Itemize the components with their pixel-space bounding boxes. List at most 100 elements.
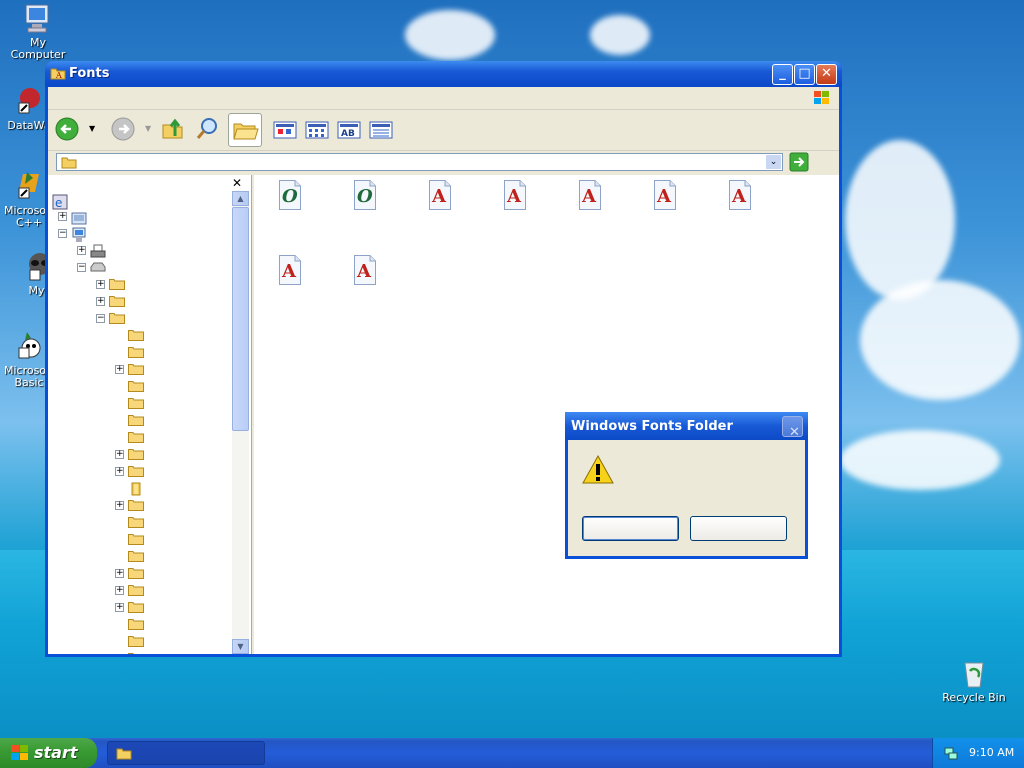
close-pane-button[interactable]: ✕ (232, 177, 244, 189)
svg-text:A: A (356, 261, 372, 282)
close-button[interactable]: ✕ (816, 64, 837, 85)
tree-node[interactable] (48, 328, 232, 345)
expand-icon[interactable]: + (115, 569, 124, 578)
close-icon: ✕ (821, 66, 832, 81)
chevron-down-icon: ▼ (145, 124, 152, 133)
network-icon[interactable] (943, 745, 959, 764)
font-file-item[interactable]: A (728, 179, 752, 211)
expand-icon[interactable]: + (115, 467, 124, 476)
list-view-icon (305, 121, 329, 139)
tree-node[interactable]: + (48, 583, 232, 600)
expand-icon[interactable]: + (96, 280, 105, 289)
tree-node[interactable] (48, 413, 232, 430)
view-large-icons-button[interactable] (272, 116, 300, 144)
system-tray: 9:10 AM (932, 738, 1024, 768)
desktop-icon-recycle-bin[interactable]: Recycle Bin (939, 657, 1009, 704)
tree-node[interactable] (48, 481, 232, 498)
svg-text:A: A (281, 261, 297, 282)
collapse-icon[interactable]: − (96, 314, 105, 323)
view-list-button[interactable] (304, 116, 332, 144)
expand-icon[interactable]: + (115, 450, 124, 459)
tree-node[interactable] (48, 345, 232, 362)
font-file-item[interactable]: A (503, 179, 527, 211)
back-button[interactable] (54, 116, 82, 144)
dialog-titlebar[interactable]: Windows Fonts Folder ✕ (565, 412, 808, 440)
expand-icon[interactable]: + (58, 212, 67, 221)
tree-node[interactable]: + (48, 294, 232, 311)
tree-node[interactable] (48, 430, 232, 447)
expand-icon[interactable]: + (115, 586, 124, 595)
tree-node[interactable] (48, 634, 232, 651)
minimize-button[interactable]: _ (772, 64, 793, 85)
desktop-icon-my-computer[interactable]: My Computer (3, 2, 73, 61)
forward-button[interactable] (110, 116, 138, 144)
tree-node[interactable]: + (48, 498, 232, 515)
large-icons-icon (273, 121, 297, 139)
forward-dropdown-button[interactable]: ▼ (142, 116, 154, 144)
tree-node[interactable]: + (48, 447, 232, 464)
taskbar-item-fonts[interactable] (107, 741, 265, 765)
folder-icon (109, 278, 125, 290)
tree-node[interactable]: + (48, 362, 232, 379)
font-file-item[interactable]: A (428, 179, 452, 211)
tree-node[interactable] (48, 532, 232, 549)
tree-node[interactable] (48, 379, 232, 396)
tree-node[interactable] (48, 515, 232, 532)
view-similarity-button[interactable]: AB (336, 116, 364, 144)
documents-icon (71, 210, 87, 225)
tree-node[interactable]: + (48, 243, 232, 260)
svg-text:O: O (282, 186, 298, 207)
tree-node[interactable] (48, 549, 232, 566)
address-dropdown-button[interactable]: ⌄ (766, 155, 781, 169)
window-titlebar[interactable]: A Fonts _ □ ✕ (45, 61, 842, 87)
tree-node[interactable] (48, 617, 232, 634)
tree-node[interactable]: + (48, 600, 232, 617)
scroll-down-button[interactable]: ▼ (232, 639, 249, 654)
scroll-up-button[interactable]: ▲ (232, 191, 249, 206)
folder-icon (128, 397, 144, 409)
dialog-button-1[interactable] (582, 516, 679, 541)
expand-icon[interactable]: + (96, 297, 105, 306)
tree-node[interactable]: + (48, 209, 232, 226)
scroll-thumb[interactable] (232, 207, 249, 431)
tree-node[interactable]: + (48, 651, 232, 654)
font-file-item[interactable]: A (578, 179, 602, 211)
dialog-button-2[interactable] (690, 516, 787, 541)
address-input[interactable]: ⌄ (56, 153, 783, 171)
tree-node[interactable]: − (48, 311, 232, 328)
clock[interactable]: 9:10 AM (969, 746, 1014, 759)
expand-icon[interactable]: + (115, 365, 124, 374)
tree-scrollbar[interactable]: ▲ ▼ (232, 191, 249, 654)
expand-icon[interactable]: + (77, 246, 86, 255)
tree-node[interactable]: − (48, 260, 232, 277)
collapse-icon[interactable]: − (58, 229, 67, 238)
font-file-item[interactable]: A (278, 254, 302, 286)
tree-node[interactable]: e (48, 193, 232, 210)
tree-node[interactable]: − (48, 226, 232, 243)
folders-button[interactable] (228, 113, 262, 147)
search-button[interactable] (194, 116, 222, 144)
up-folder-button[interactable] (160, 116, 188, 144)
expand-icon[interactable]: + (115, 501, 124, 510)
windows-fonts-folder-dialog: Windows Fonts Folder ✕ (565, 412, 808, 559)
tree-node[interactable]: + (48, 464, 232, 481)
tree-node[interactable]: + (48, 566, 232, 583)
svg-text:A: A (431, 186, 447, 207)
collapse-icon[interactable]: − (77, 263, 86, 272)
back-dropdown-button[interactable]: ▼ (86, 116, 98, 144)
start-button[interactable]: start (0, 738, 97, 768)
expand-icon[interactable]: + (115, 603, 124, 612)
maximize-button[interactable]: □ (794, 64, 815, 85)
go-button[interactable] (789, 152, 809, 172)
view-details-button[interactable] (368, 116, 396, 144)
svg-text:O: O (357, 186, 373, 207)
folder-icon (128, 567, 144, 579)
tree-node[interactable] (48, 396, 232, 413)
dialog-close-button[interactable]: ✕ (782, 416, 803, 440)
font-file-item[interactable]: O (353, 179, 377, 211)
tree-node[interactable]: + (48, 277, 232, 294)
chevron-down-icon: ▼ (237, 642, 244, 651)
font-file-item[interactable]: A (353, 254, 377, 286)
font-file-item[interactable]: A (653, 179, 677, 211)
font-file-item[interactable]: O (278, 179, 302, 211)
